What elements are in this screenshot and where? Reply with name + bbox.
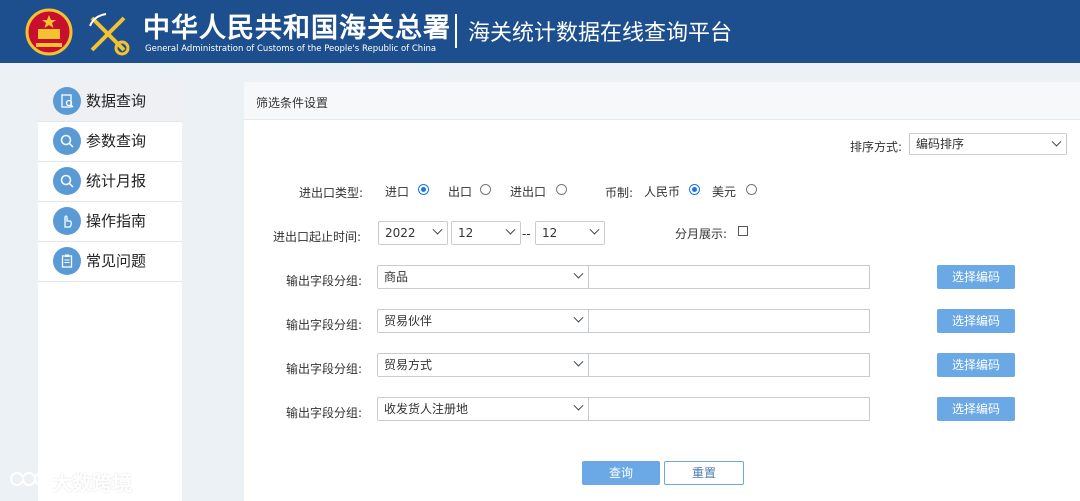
field-group-select[interactable]: 贸易方式: [377, 353, 589, 377]
sidebar-nav: 数据查询 参数查询 统计月报 操作指南 常见问题: [38, 82, 182, 501]
sidebar-item-data-query[interactable]: 数据查询: [38, 82, 182, 122]
chevron-down-icon: [573, 400, 584, 411]
sidebar-item-param-query[interactable]: 参数查询: [38, 122, 182, 162]
field-group-value: 贸易方式: [384, 358, 433, 372]
document-search-icon: [53, 87, 81, 115]
hand-pointer-icon: [53, 207, 81, 235]
trade-type-both-label: 进出口: [510, 185, 547, 199]
panel-header: 筛选条件设置: [244, 82, 1080, 120]
select-code-button[interactable]: 选择编码: [937, 309, 1015, 333]
end-month-value: 12: [542, 226, 558, 240]
sidebar-item-faq[interactable]: 常见问题: [38, 242, 182, 282]
watermark-text: 大数跨境: [52, 471, 132, 495]
sidebar-item-label: 操作指南: [86, 212, 147, 230]
currency-rmb-radio[interactable]: [689, 184, 700, 195]
trade-type-import-radio[interactable]: [418, 184, 429, 195]
select-code-button[interactable]: 选择编码: [937, 397, 1015, 421]
monthly-display-checkbox[interactable]: [738, 226, 748, 236]
chevron-down-icon: [573, 312, 584, 323]
clipboard-icon: [53, 247, 81, 275]
field-group-code-input[interactable]: [588, 309, 870, 333]
field-group-code-input[interactable]: [588, 265, 870, 289]
customs-key-logo-icon: [89, 13, 130, 56]
field-group-select[interactable]: 贸易伙伴: [377, 309, 589, 333]
field-group-select[interactable]: 收发货人注册地: [377, 397, 589, 421]
trade-type-both-radio[interactable]: [556, 184, 567, 195]
search-icon: [53, 167, 81, 195]
end-month-select[interactable]: 12: [535, 221, 605, 245]
currency-usd-radio[interactable]: [746, 184, 757, 195]
chevron-down-icon: [573, 356, 584, 367]
trade-type-import-label: 进口: [385, 185, 410, 199]
currency-rmb-label: 人民币: [644, 185, 681, 199]
chevron-down-icon: [1051, 136, 1062, 147]
field-group-select[interactable]: 商品: [377, 265, 589, 289]
field-group-code-input[interactable]: [588, 397, 870, 421]
trade-type-export-radio[interactable]: [480, 184, 491, 195]
period-separator: --: [522, 227, 531, 241]
sidebar-item-guide[interactable]: 操作指南: [38, 202, 182, 242]
sidebar-item-monthly-report[interactable]: 统计月报: [38, 162, 182, 202]
chevron-down-icon: [589, 224, 600, 235]
field-group-code-input[interactable]: [588, 353, 870, 377]
start-month-select[interactable]: 12: [451, 221, 521, 245]
sidebar-item-label: 数据查询: [86, 92, 147, 110]
site-title-en: General Administration of Customs of the…: [145, 44, 437, 54]
search-icon: [53, 127, 81, 155]
year-select[interactable]: 2022: [378, 221, 448, 245]
chevron-down-icon: [432, 224, 443, 235]
select-code-button[interactable]: 选择编码: [937, 265, 1015, 289]
select-code-button[interactable]: 选择编码: [937, 353, 1015, 377]
sidebar-item-label: 参数查询: [86, 132, 147, 150]
watermark-logo-icon: [10, 472, 48, 486]
chevron-down-icon: [573, 268, 584, 279]
sort-select[interactable]: 编码排序: [909, 133, 1067, 155]
currency-usd-label: 美元: [712, 185, 737, 199]
field-group-value: 商品: [384, 270, 409, 284]
sort-label: 排序方式:: [850, 140, 903, 154]
sidebar-item-label: 统计月报: [86, 172, 147, 190]
trade-type-label: 进出口类型:: [299, 186, 364, 200]
query-button[interactable]: 查询: [582, 461, 660, 485]
sort-select-value: 编码排序: [916, 137, 965, 151]
title-divider: [455, 14, 457, 48]
top-header: 中华人民共和国海关总署 General Administration of Cu…: [0, 0, 1080, 63]
period-label: 进出口起止时间:: [273, 230, 362, 244]
monthly-display-label: 分月展示:: [675, 227, 728, 241]
sidebar-item-label: 常见问题: [86, 252, 147, 270]
field-group-value: 收发货人注册地: [384, 402, 469, 416]
reset-button[interactable]: 重置: [664, 461, 744, 485]
platform-title: 海关统计数据在线查询平台: [468, 21, 733, 46]
field-group-label: 输出字段分组:: [286, 362, 363, 376]
chevron-down-icon: [505, 224, 516, 235]
field-group-label: 输出字段分组:: [286, 406, 363, 420]
currency-label: 币制:: [605, 186, 634, 200]
field-group-label: 输出字段分组:: [286, 318, 363, 332]
national-emblem-icon: [25, 8, 73, 56]
field-group-label: 输出字段分组:: [286, 274, 363, 288]
start-month-value: 12: [458, 226, 474, 240]
trade-type-export-label: 出口: [448, 185, 473, 199]
filter-panel: 筛选条件设置 排序方式: 编码排序 进出口类型: 进口 出口 进出口 币制: 人…: [244, 82, 1080, 501]
year-select-value: 2022: [385, 226, 416, 240]
field-group-value: 贸易伙伴: [384, 314, 433, 328]
site-title-cn: 中华人民共和国海关总署: [143, 13, 451, 44]
panel-title: 筛选条件设置: [256, 96, 329, 110]
